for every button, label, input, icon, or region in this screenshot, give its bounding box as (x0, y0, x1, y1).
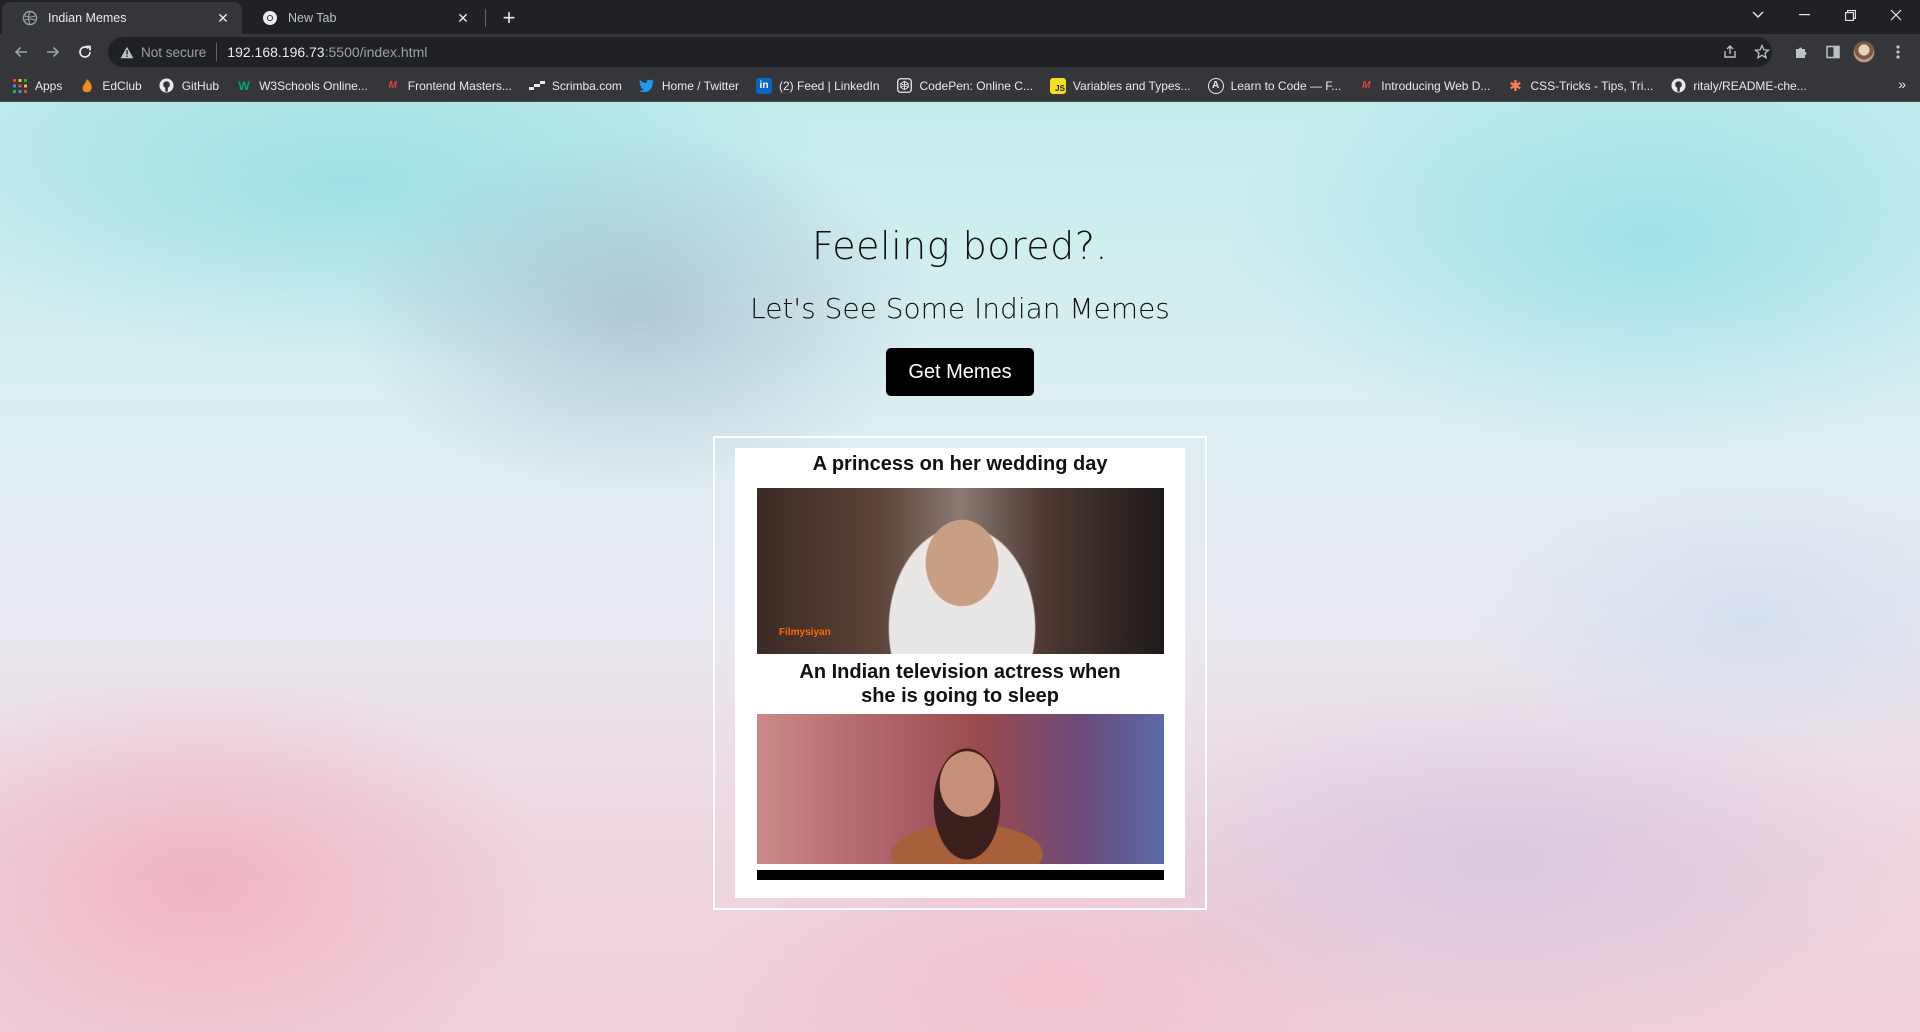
extensions-puzzle-icon[interactable] (1787, 38, 1815, 66)
bookmark-label: CodePen: Online C... (919, 78, 1033, 93)
bookmarks-overflow-icon[interactable]: » (1898, 76, 1906, 92)
back-button[interactable] (7, 38, 35, 66)
frontend-masters-icon: M (388, 80, 397, 91)
tab-title: Indian Memes (48, 11, 127, 25)
bookmark-codepen[interactable]: CodePen: Online C... (897, 74, 1033, 98)
tab-new-tab[interactable]: New Tab ✕ (242, 2, 482, 34)
meme-image: A princess on her wedding day Filmysiyan… (735, 448, 1185, 898)
meme-caption-bottom: An Indian television actress when she is… (735, 660, 1185, 708)
bookmark-label: Apps (35, 78, 63, 93)
linkedin-icon: in (756, 77, 772, 94)
bookmark-introducing-web-dev[interactable]: M Introducing Web D... (1358, 74, 1490, 98)
share-icon[interactable] (1716, 38, 1744, 66)
bookmark-label: Frontend Masters... (407, 78, 512, 93)
bookmark-label: Scrimba.com (551, 78, 622, 93)
bookmark-twitter[interactable]: Home / Twitter (639, 74, 739, 98)
meme-caption-bottom-line1: An Indian television actress when (799, 661, 1121, 683)
meme-caption-top: A princess on her wedding day (812, 453, 1108, 475)
tab-indian-memes[interactable]: Indian Memes ✕ (2, 2, 242, 34)
url-path: :5500/index.html (324, 44, 428, 60)
bookmark-label: Variables and Types... (1072, 78, 1191, 93)
tab-close-icon[interactable]: ✕ (454, 9, 472, 27)
bookmark-css-tricks[interactable]: ✱ CSS-Tricks - Tips, Tri... (1507, 74, 1653, 98)
page-subheading: Let's See Some Indian Memes (750, 292, 1170, 325)
github-icon (159, 78, 175, 94)
bookmark-label: GitHub (181, 78, 220, 93)
bookmark-star-icon[interactable] (1748, 38, 1776, 66)
restore-button[interactable] (1827, 0, 1873, 30)
meme-caption-bottom-line2: she is going to sleep (861, 685, 1059, 707)
forward-button[interactable] (39, 38, 67, 66)
side-panel-icon[interactable] (1819, 38, 1847, 66)
address-bar[interactable]: Not secure 192.168.196.73:5500/index.htm… (108, 37, 1772, 67)
edclub-icon (79, 78, 95, 94)
close-window-button[interactable] (1873, 0, 1919, 30)
address-divider (216, 43, 218, 61)
bookmark-w3schools[interactable]: W W3Schools Online... (236, 74, 368, 98)
bookmark-apps[interactable]: Apps (12, 74, 62, 98)
bookmark-label: EdClub (102, 78, 142, 93)
not-secure-label: Not secure (141, 44, 207, 60)
get-memes-button[interactable]: Get Memes (886, 348, 1034, 396)
freecodecamp-icon: A (1207, 77, 1224, 94)
bookmark-label: Introducing Web D... (1381, 78, 1491, 93)
tab-close-icon[interactable]: ✕ (214, 9, 232, 27)
bookmark-label: ritaly/README-che... (1693, 78, 1807, 93)
bookmarks-bar: Apps EdClub GitHub W W3Schools Online...… (0, 70, 1920, 102)
browser-toolbar: Not secure 192.168.196.73:5500/index.htm… (0, 34, 1920, 70)
bookmark-scrimba[interactable]: Scrimba.com (528, 74, 622, 98)
bookmark-label: CSS-Tricks - Tips, Tri... (1530, 78, 1654, 93)
apps-grid-icon (12, 78, 28, 94)
meme-photo-actress (757, 714, 1164, 864)
bookmark-github[interactable]: GitHub (159, 74, 219, 98)
bookmark-label: Learn to Code — F... (1230, 78, 1342, 93)
url-host: 192.168.196.73 (227, 44, 325, 60)
w3schools-icon: W (238, 78, 250, 93)
bookmark-javascript[interactable]: JS Variables and Types... (1049, 74, 1191, 98)
js-icon: JS (1049, 77, 1066, 94)
page-content: Feeling bored?. Let's See Some Indian Me… (0, 102, 1920, 1032)
bookmark-readme-cheatsheet[interactable]: ritaly/README-che... (1670, 74, 1807, 98)
twitter-icon (639, 78, 655, 94)
meme-container: A princess on her wedding day Filmysiyan… (713, 436, 1207, 910)
globe-icon (22, 10, 38, 26)
page-heading: Feeling bored?. (811, 224, 1109, 268)
tab-title: New Tab (288, 11, 337, 25)
bookmark-edclub[interactable]: EdClub (79, 74, 142, 98)
new-tab-button[interactable]: + (496, 5, 522, 31)
profile-avatar[interactable] (1853, 41, 1875, 63)
codepen-icon (897, 78, 913, 94)
bookmark-label: Home / Twitter (661, 78, 739, 93)
meme-bottom-bar (757, 870, 1164, 880)
reload-button[interactable] (71, 38, 99, 66)
github-icon (1670, 78, 1686, 94)
tab-search-icon[interactable] (1735, 0, 1781, 30)
frontend-masters-icon: M (1362, 80, 1371, 91)
bookmark-label: W3Schools Online... (259, 78, 368, 93)
chrome-icon (263, 11, 277, 25)
meme-photo-bride: Filmysiyan (757, 488, 1164, 654)
meme-watermark: Filmysiyan (779, 627, 831, 638)
bookmark-freecodecamp[interactable]: A Learn to Code — F... (1207, 74, 1342, 98)
bookmark-frontend-masters[interactable]: M Frontend Masters... (385, 74, 512, 98)
scrimba-icon (528, 78, 545, 94)
tab-separator (485, 9, 486, 27)
bookmark-linkedin[interactable]: in (2) Feed | LinkedIn (756, 74, 880, 98)
css-tricks-icon: ✱ (1509, 77, 1522, 95)
minimize-button[interactable] (1781, 0, 1827, 30)
security-indicator[interactable]: Not secure (120, 45, 206, 60)
tab-strip: Indian Memes ✕ New Tab ✕ + (0, 0, 1920, 34)
warning-icon (120, 46, 134, 58)
menu-kebab-icon[interactable] (1884, 38, 1912, 66)
bookmark-label: (2) Feed | LinkedIn (779, 78, 880, 93)
